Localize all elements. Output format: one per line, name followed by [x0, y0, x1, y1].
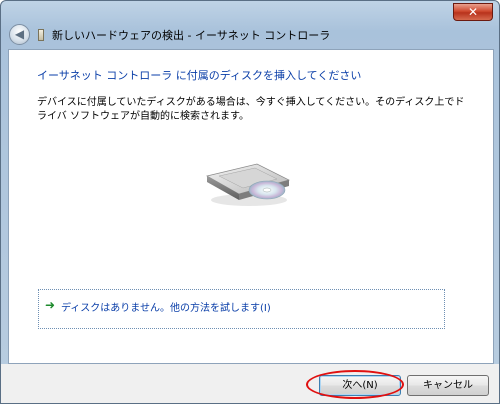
page-description: デバイスに付属していたディスクがある場合は、今すぐ挿入してください。そのディスク…: [37, 97, 465, 122]
no-disk-option[interactable]: ➜ ディスクはありません。他の方法を試します(I): [38, 289, 445, 329]
disk-drive-icon: [206, 163, 290, 206]
back-button[interactable]: ◀: [9, 24, 30, 45]
page-heading: イーサネット コントローラ に付属のディスクを挿入してください: [37, 69, 362, 82]
cancel-button[interactable]: キャンセル: [407, 375, 489, 396]
window-title: 新しいハードウェアの検出 - イーサネット コントローラ: [52, 29, 331, 42]
wizard-window: ✕ ◀ 新しいハードウェアの検出 - イーサネット コントローラ イーサネット …: [0, 0, 500, 404]
no-disk-option-label: ディスクはありません。他の方法を試します(I): [61, 303, 271, 314]
device-icon: [38, 29, 44, 41]
green-arrow-icon: ➜: [45, 298, 56, 312]
title-bar: ◀ 新しいハードウェアの検出 - イーサネット コントローラ: [9, 23, 493, 47]
content-panel: イーサネット コントローラ に付属のディスクを挿入してください デバイスに付属し…: [8, 49, 494, 364]
back-arrow-icon: ◀: [14, 27, 25, 41]
button-bar: 次へ(N) キャンセル: [1, 364, 499, 403]
close-button[interactable]: ✕: [453, 3, 493, 21]
highlight-circle: [306, 370, 404, 399]
